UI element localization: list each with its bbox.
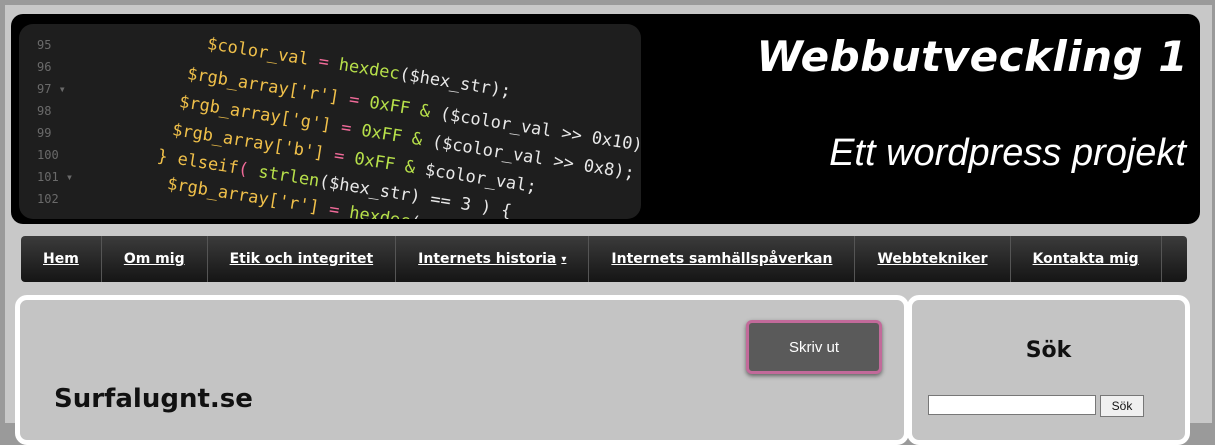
nav-label: Webbtekniker bbox=[877, 251, 988, 267]
post-title: Surfalugnt.se bbox=[54, 384, 253, 414]
site-header: 95 96 97 ▾ 98 99 100 101 ▾ 102 $color_val = hex… bbox=[11, 14, 1200, 224]
search-button[interactable]: Sök bbox=[1100, 395, 1144, 417]
line-number: 99 bbox=[37, 126, 52, 140]
print-button[interactable]: Skriv ut bbox=[746, 320, 882, 374]
nav-item-internets-historia[interactable]: Internets historia ▾ bbox=[396, 236, 590, 282]
line-number: 101 ▾ bbox=[37, 170, 74, 184]
nav-label: Kontakta mig bbox=[1032, 251, 1139, 267]
line-numbers: 95 96 97 ▾ 98 99 100 101 ▾ 102 bbox=[37, 34, 73, 210]
site-subtitle: Ett wordpress projekt bbox=[829, 132, 1186, 174]
nav-label: Internets historia bbox=[418, 251, 557, 267]
line-number: 97 ▾ bbox=[37, 82, 66, 96]
nav-item-webbtekniker[interactable]: Webbtekniker bbox=[855, 236, 1011, 282]
nav-label: Om mig bbox=[123, 251, 185, 267]
page: 95 96 97 ▾ 98 99 100 101 ▾ 102 $color_val = hex… bbox=[5, 5, 1212, 445]
nav-label: Etik och integritet bbox=[229, 251, 374, 267]
nav-item-samhallspaverkan[interactable]: Internets samhällspåverkan bbox=[589, 236, 856, 282]
main-nav: Hem Om mig Etik och integritet Internets… bbox=[21, 236, 1187, 282]
search-input[interactable] bbox=[928, 395, 1096, 415]
line-number: 100 bbox=[37, 148, 59, 162]
line-number: 98 bbox=[37, 104, 52, 118]
line-number: 95 bbox=[37, 38, 52, 52]
site-title[interactable]: Webbutveckling 1 bbox=[756, 32, 1188, 81]
nav-item-kontakta-mig[interactable]: Kontakta mig bbox=[1011, 236, 1162, 282]
line-number: 96 bbox=[37, 60, 52, 74]
caret-down-icon: ▾ bbox=[561, 253, 567, 265]
nav-item-hem[interactable]: Hem bbox=[21, 236, 102, 282]
nav-item-om-mig[interactable]: Om mig bbox=[102, 236, 208, 282]
nav-item-etik[interactable]: Etik och integritet bbox=[208, 236, 397, 282]
line-number: 102 bbox=[37, 192, 59, 206]
nav-label: Internets samhällspåverkan bbox=[611, 251, 833, 267]
nav-label: Hem bbox=[43, 251, 79, 267]
code-banner-image: 95 96 97 ▾ 98 99 100 101 ▾ 102 $color_val = hex… bbox=[19, 24, 641, 219]
search-widget-title: Sök bbox=[1025, 338, 1072, 363]
